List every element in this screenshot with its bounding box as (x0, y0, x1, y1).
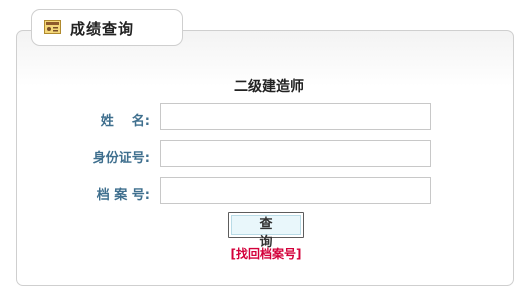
name-label: 姓 名: (100, 114, 150, 129)
form-title: 二级建造师 (234, 79, 304, 95)
query-button[interactable]: 查 询 (228, 212, 304, 250)
query-button-label: 查 询 (231, 215, 301, 250)
file-number-field[interactable] (160, 177, 431, 204)
tab-score-query[interactable]: 成绩查询 (31, 9, 183, 46)
id-card-icon (44, 20, 61, 34)
id-number-label: 身份证号: (92, 151, 150, 166)
file-number-label: 档 案 号: (96, 188, 150, 203)
recover-file-number-link[interactable]: [找回档案号] (0, 245, 528, 262)
id-number-field[interactable] (160, 140, 431, 167)
name-field[interactable] (160, 103, 431, 130)
tab-title: 成绩查询 (70, 20, 135, 38)
